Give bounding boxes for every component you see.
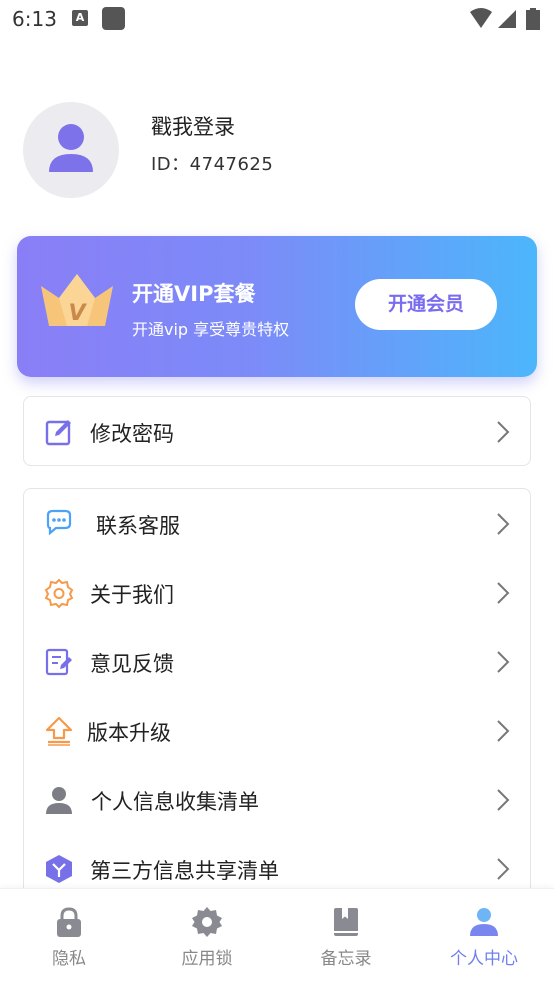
menu-item-label: 第三方信息共享清单 — [90, 859, 279, 883]
chevron-right-icon — [497, 651, 510, 673]
book-icon — [334, 908, 358, 936]
tab-privacy[interactable]: 隐私 — [0, 889, 138, 984]
user-avatar-icon — [49, 124, 93, 172]
menu-item-label: 版本升级 — [87, 721, 171, 745]
battery-icon — [526, 8, 540, 30]
chevron-right-icon — [497, 858, 510, 880]
tab-label: 备忘录 — [320, 949, 372, 969]
chevron-right-icon — [497, 720, 510, 742]
status-time: 6:13 — [12, 7, 57, 31]
cell-signal-icon — [498, 10, 516, 28]
edit-icon — [45, 420, 71, 446]
menu-item-about-us[interactable]: 关于我们 — [24, 558, 530, 627]
chevron-right-icon — [497, 582, 510, 604]
menu-item-version-upgrade[interactable]: 版本升级 — [24, 696, 530, 765]
lock-icon — [57, 907, 81, 937]
tab-label: 应用锁 — [181, 949, 233, 969]
tab-memo[interactable]: 备忘录 — [277, 889, 415, 984]
status-signal-icons — [470, 8, 540, 30]
tab-label: 个人中心 — [450, 949, 518, 969]
person-icon — [46, 787, 72, 814]
menu-item-label: 联系客服 — [96, 514, 180, 538]
menu-item-contact-service[interactable]: 联系客服 — [24, 489, 530, 558]
tab-label: 隐私 — [52, 949, 86, 969]
crown-letter: V — [68, 301, 87, 326]
menu-item-feedback[interactable]: 意见反馈 — [24, 627, 530, 696]
menu-item-personal-info-list[interactable]: 个人信息收集清单 — [24, 765, 530, 834]
gear-icon — [44, 578, 74, 608]
tab-personal-center[interactable]: 个人中心 — [415, 889, 553, 984]
open-vip-button[interactable]: 开通会员 — [355, 279, 497, 330]
wifi-icon — [470, 8, 492, 28]
bottom-tab-bar: 隐私 应用锁 备忘录 个人中心 — [0, 888, 554, 984]
notification-square-icon — [102, 7, 125, 30]
chat-bubbles-icon — [46, 509, 72, 536]
status-bar: 6:13 A — [0, 0, 554, 40]
menu-item-label: 个人信息收集清单 — [91, 790, 259, 814]
avatar[interactable] — [23, 102, 119, 198]
menu-item-label: 关于我们 — [90, 583, 174, 607]
upgrade-arrow-icon — [45, 716, 73, 746]
vip-title: 开通VIP套餐 — [132, 282, 256, 306]
tab-app-lock[interactable]: 应用锁 — [138, 889, 276, 984]
menu-card: 联系客服 关于我们 意见反馈 版本升级 个人信息收集清单 第三方信息共享清单 — [23, 488, 531, 908]
menu-item-label: 意见反馈 — [90, 652, 174, 676]
gear-icon — [192, 907, 222, 937]
change-password-label: 修改密码 — [90, 422, 174, 446]
cube-icon — [46, 855, 72, 883]
user-id: ID：4747625 — [151, 154, 274, 175]
crown-icon: V — [41, 274, 113, 326]
edit-note-icon — [45, 648, 72, 676]
vip-banner[interactable]: V 开通VIP套餐 开通vip 享受尊贵特权 开通会员 — [17, 236, 537, 377]
login-prompt[interactable]: 戳我登录 — [151, 111, 235, 141]
change-password-item[interactable]: 修改密码 — [24, 397, 530, 466]
chevron-right-icon — [497, 421, 510, 443]
person-icon — [470, 908, 498, 936]
notification-a-icon: A — [72, 10, 88, 26]
chevron-right-icon — [497, 513, 510, 535]
chevron-right-icon — [497, 789, 510, 811]
password-card: 修改密码 — [23, 396, 531, 466]
vip-subtitle: 开通vip 享受尊贵特权 — [132, 320, 290, 339]
